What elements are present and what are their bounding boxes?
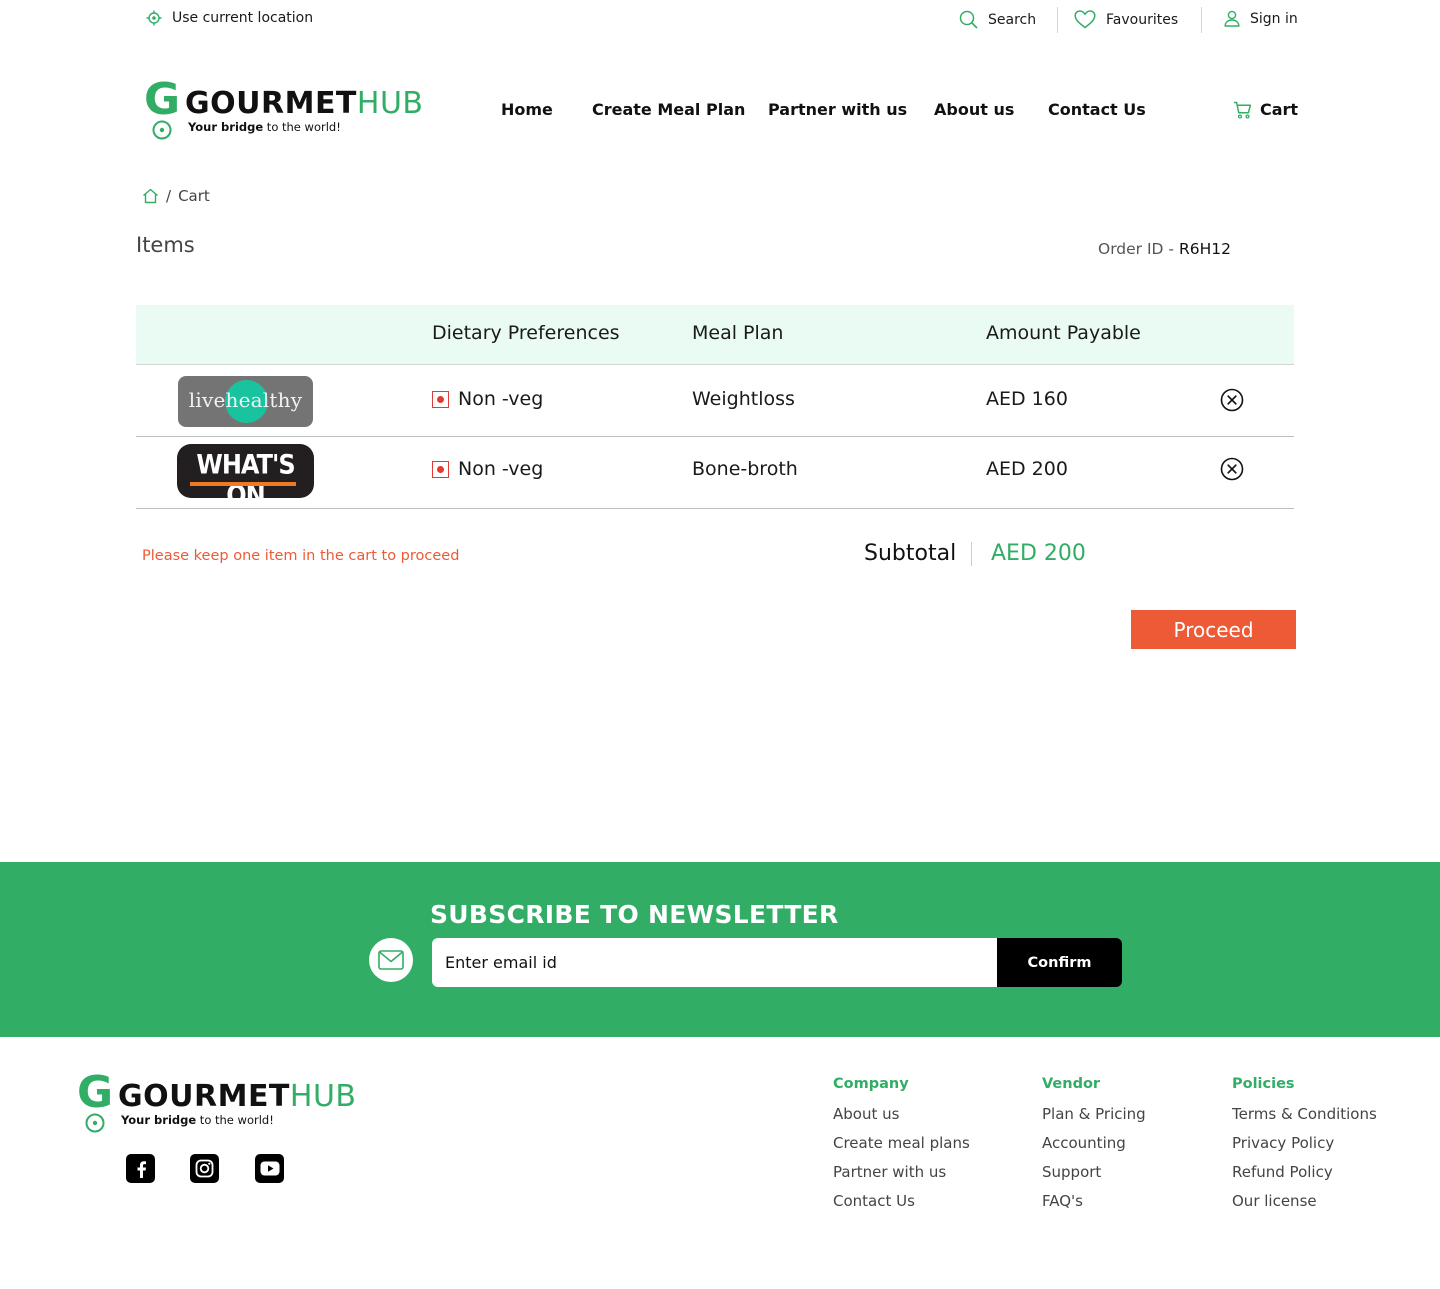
footer-policies-heading: Policies <box>1232 1076 1295 1092</box>
logo-tagline: Your bridge to the world! <box>188 120 341 134</box>
footer-link[interactable]: Our license <box>1232 1192 1377 1210</box>
footer-link[interactable]: Privacy Policy <box>1232 1134 1377 1152</box>
col-dietary: Dietary Preferences <box>432 322 620 344</box>
logo-letter: G <box>77 1067 114 1118</box>
footer-link[interactable]: About us <box>833 1105 970 1123</box>
footer-company-column: Company About us Create meal plans Partn… <box>833 1076 970 1210</box>
breadcrumb-current: Cart <box>178 187 210 205</box>
footer-link[interactable]: Refund Policy <box>1232 1163 1377 1181</box>
footer-link[interactable]: Partner with us <box>833 1163 970 1181</box>
footer-vendor-column: Vendor Plan & Pricing Accounting Support… <box>1042 1076 1146 1210</box>
newsletter-email-input[interactable] <box>432 938 998 987</box>
footer-link[interactable]: Support <box>1042 1163 1146 1181</box>
brand-logo-whats-on: WHAT'S ON <box>177 444 314 498</box>
nav-create-meal-plan[interactable]: Create Meal Plan <box>592 100 745 119</box>
logo-ring-icon <box>152 120 172 140</box>
col-amount: Amount Payable <box>986 322 1141 344</box>
youtube-icon[interactable] <box>255 1154 284 1183</box>
home-icon[interactable] <box>142 188 159 204</box>
dietary-cell: Non -veg <box>432 388 543 410</box>
user-icon <box>1224 10 1240 27</box>
footer-link[interactable]: Accounting <box>1042 1134 1146 1152</box>
logo-ring-icon <box>85 1113 105 1133</box>
logo-wordmark: GOURMETHUB <box>118 1079 357 1114</box>
footer-policies-column: Policies Terms & Conditions Privacy Poli… <box>1232 1076 1377 1210</box>
cart-warning: Please keep one item in the cart to proc… <box>142 548 460 564</box>
cart-icon <box>1233 101 1252 119</box>
nav-home[interactable]: Home <box>501 100 553 119</box>
logo-wordmark: GOURMETHUB <box>185 86 424 121</box>
footer-link[interactable]: FAQ's <box>1042 1192 1146 1210</box>
nav-partner[interactable]: Partner with us <box>768 100 907 119</box>
use-location-button[interactable]: Use current location <box>146 10 313 26</box>
topbar-divider <box>1057 7 1058 33</box>
footer-link[interactable]: Contact Us <box>833 1192 970 1210</box>
row-divider <box>136 508 1294 509</box>
proceed-button[interactable]: Proceed <box>1131 610 1296 649</box>
row-divider <box>136 436 1294 437</box>
favourites-button[interactable]: Favourites <box>1074 10 1178 29</box>
facebook-icon[interactable] <box>126 1154 155 1183</box>
remove-item-button[interactable] <box>1220 457 1244 481</box>
newsletter-title: SUBSCRIBE TO NEWSLETTER <box>430 900 839 929</box>
close-circle-icon <box>1220 457 1244 481</box>
subtotal-value: AED 200 <box>991 541 1086 566</box>
search-label: Search <box>988 11 1037 28</box>
amount-value: AED 200 <box>986 458 1068 480</box>
footer-logo[interactable]: G GOURMETHUB Your bridge to the world! <box>77 1067 356 1137</box>
heart-icon <box>1074 10 1096 29</box>
search-icon <box>959 10 978 29</box>
order-id: Order ID - R6H12 <box>1098 240 1231 258</box>
non-veg-icon <box>432 460 449 478</box>
location-icon <box>146 10 162 26</box>
favourites-label: Favourites <box>1106 11 1179 28</box>
topbar-divider <box>1201 7 1202 33</box>
meal-plan-value: Weightloss <box>692 388 795 410</box>
nav-cart[interactable]: Cart <box>1233 100 1298 119</box>
header-logo[interactable]: G GOURMETHUB Your bridge to the world! <box>144 74 423 144</box>
close-circle-icon <box>1220 388 1244 412</box>
order-id-label: Order ID - <box>1098 240 1175 258</box>
newsletter-section: SUBSCRIBE TO NEWSLETTER Confirm <box>0 862 1440 1037</box>
footer-link[interactable]: Terms & Conditions <box>1232 1105 1377 1123</box>
footer-company-heading: Company <box>833 1076 909 1092</box>
mail-icon <box>369 938 413 982</box>
breadcrumb: / Cart <box>142 187 210 205</box>
order-id-value: R6H12 <box>1178 240 1231 258</box>
items-heading: Items <box>136 233 195 257</box>
remove-item-button[interactable] <box>1220 388 1244 412</box>
footer-link[interactable]: Plan & Pricing <box>1042 1105 1146 1123</box>
dietary-cell: Non -veg <box>432 458 543 480</box>
footer-link[interactable]: Create meal plans <box>833 1134 970 1152</box>
brand-logo-livehealthy: livehealthy <box>178 376 313 427</box>
footer-vendor-heading: Vendor <box>1042 1076 1101 1092</box>
amount-value: AED 160 <box>986 388 1068 410</box>
dietary-value: Non -veg <box>458 388 544 410</box>
col-meal-plan: Meal Plan <box>692 322 784 344</box>
logo-tagline: Your bridge to the world! <box>121 1113 274 1127</box>
instagram-icon[interactable] <box>190 1154 219 1183</box>
nav-contact[interactable]: Contact Us <box>1048 100 1146 119</box>
logo-letter: G <box>144 74 181 125</box>
nav-about[interactable]: About us <box>934 100 1014 119</box>
cart-table-header: Dietary Preferences Meal Plan Amount Pay… <box>136 305 1294 365</box>
use-location-label: Use current location <box>172 10 314 26</box>
subtotal-label: Subtotal <box>864 541 957 566</box>
dietary-value: Non -veg <box>458 458 544 480</box>
meal-plan-value: Bone-broth <box>692 458 798 480</box>
sign-in-button[interactable]: Sign in <box>1224 10 1298 27</box>
nav-cart-label: Cart <box>1260 100 1299 119</box>
search-button[interactable]: Search <box>959 10 1036 29</box>
subtotal-divider <box>971 542 972 566</box>
sign-in-label: Sign in <box>1250 10 1298 27</box>
breadcrumb-separator: / <box>166 187 172 205</box>
non-veg-icon <box>432 390 449 408</box>
newsletter-confirm-button[interactable]: Confirm <box>997 938 1122 987</box>
